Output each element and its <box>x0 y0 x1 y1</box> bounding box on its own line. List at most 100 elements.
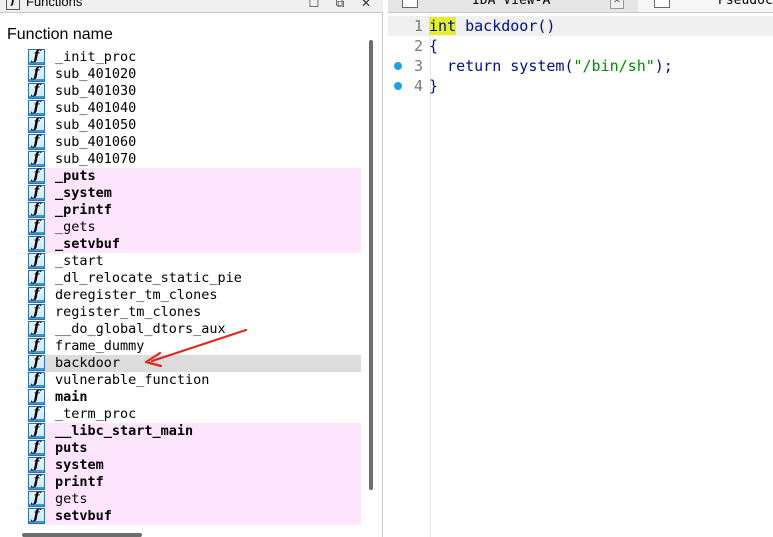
function-icon <box>28 48 45 65</box>
function-name: _dl_relocate_static_pie <box>55 270 242 286</box>
function-name: frame_dummy <box>55 338 145 354</box>
function-name: puts <box>55 440 88 456</box>
function-icon <box>28 303 45 320</box>
functions-titlebar: f Functions ☐ ⧉ ✕ <box>0 0 383 13</box>
code-line[interactable]: 2{ <box>388 36 773 56</box>
function-icon <box>28 235 45 252</box>
function-name: backdoor <box>55 355 121 371</box>
function-row-setvbuf[interactable]: _setvbuf <box>28 235 361 253</box>
tab-label: IDA View-A <box>472 0 551 8</box>
function-icon <box>28 201 45 218</box>
function-row-backdoor[interactable]: backdoor <box>28 354 361 372</box>
function-icon <box>28 456 45 473</box>
function-icon <box>28 439 45 456</box>
code-text: int backdoor() <box>429 16 555 36</box>
function-row-main[interactable]: main <box>28 388 361 406</box>
code-token: backdoor <box>456 17 538 35</box>
function-name: sub_401040 <box>55 100 137 116</box>
function-icon <box>28 65 45 82</box>
function-row-printf[interactable]: printf <box>28 473 361 491</box>
code-token: } <box>429 77 439 95</box>
function-row-sub-401020[interactable]: sub_401020 <box>28 65 361 83</box>
code-token: ( <box>564 57 574 75</box>
function-name: _system <box>55 185 112 201</box>
function-name: vulnerable_function <box>55 372 210 388</box>
function-row-setvbuf[interactable]: setvbuf <box>28 507 361 525</box>
function-row-sub-401050[interactable]: sub_401050 <box>28 116 361 134</box>
function-row-gets[interactable]: gets <box>28 490 361 508</box>
function-icon <box>28 184 45 201</box>
code-text: return system("/bin/sh"); <box>429 56 673 76</box>
function-row-libc-start-main[interactable]: __libc_start_main <box>28 422 361 440</box>
function-row-register-tm-clones[interactable]: register_tm_clones <box>28 303 361 321</box>
function-row-puts[interactable]: _puts <box>28 167 361 185</box>
tab-close-icon[interactable]: ✕ <box>610 0 624 9</box>
code-line[interactable]: 3 return system("/bin/sh"); <box>388 56 773 76</box>
function-icon <box>28 99 45 116</box>
function-list: _init_procsub_401020sub_401030sub_401040… <box>0 48 365 529</box>
function-row-sub-401070[interactable]: sub_401070 <box>28 150 361 168</box>
function-row-init-proc[interactable]: _init_proc <box>28 48 361 66</box>
function-icon <box>28 405 45 422</box>
disassembly-view-icon <box>402 0 418 8</box>
function-row-sub-401040[interactable]: sub_401040 <box>28 99 361 117</box>
function-row-system[interactable]: system <box>28 456 361 474</box>
function-row-do-global-dtors-aux[interactable]: __do_global_dtors_aux <box>28 320 361 338</box>
line-number: 2 <box>413 37 423 55</box>
function-name: __libc_start_main <box>55 423 194 439</box>
function-name: _puts <box>55 168 96 184</box>
code-token: return <box>429 57 511 75</box>
function-icon <box>28 269 45 286</box>
breakpoint-dot-icon[interactable] <box>394 82 402 90</box>
pseudocode-editor[interactable]: 1 int backdoor() 2{3 return system("/bin/s… <box>388 14 773 537</box>
function-icon <box>28 507 45 524</box>
function-window-icon: f <box>6 0 20 10</box>
function-icon <box>28 320 45 337</box>
code-text: { <box>429 36 438 56</box>
function-name: sub_401030 <box>55 83 137 99</box>
function-row-puts[interactable]: puts <box>28 439 361 457</box>
function-row-system[interactable]: _system <box>28 184 361 202</box>
horizontal-scrollbar[interactable] <box>22 533 142 537</box>
breakpoint-dot-icon[interactable] <box>394 62 402 70</box>
function-name: main <box>55 389 88 405</box>
tab-ida-view-a[interactable]: IDA View-A ✕ <box>388 0 632 12</box>
function-icon <box>28 218 45 235</box>
code-text: } <box>429 76 438 96</box>
function-row-frame-dummy[interactable]: frame_dummy <box>28 337 361 355</box>
function-name-column-header[interactable]: Function name <box>0 22 365 48</box>
code-token: "/bin/sh" <box>573 57 655 75</box>
function-row-gets[interactable]: _gets <box>28 218 361 236</box>
code-token: int <box>429 17 457 35</box>
functions-window-title: Functions <box>26 0 83 9</box>
code-token: () <box>537 17 556 35</box>
function-name: _gets <box>55 219 96 235</box>
code-token: ); <box>654 57 673 75</box>
function-row-dl-relocate-static-pie[interactable]: _dl_relocate_static_pie <box>28 269 361 287</box>
vertical-scrollbar[interactable] <box>369 40 373 490</box>
function-icon <box>28 286 45 303</box>
function-name: _init_proc <box>55 49 137 65</box>
float-window-icon[interactable]: ⧉ <box>334 0 346 11</box>
restore-window-icon[interactable]: ☐ <box>308 0 320 11</box>
pseudocode-view-icon <box>654 0 670 8</box>
code-line[interactable]: 4} <box>388 76 773 96</box>
function-row-sub-401030[interactable]: sub_401030 <box>28 82 361 100</box>
function-name: _printf <box>55 202 112 218</box>
function-row-deregister-tm-clones[interactable]: deregister_tm_clones <box>28 286 361 304</box>
function-row-printf[interactable]: _printf <box>28 201 361 219</box>
code-line[interactable]: 1 int backdoor() <box>388 16 773 36</box>
function-row-term-proc[interactable]: _term_proc <box>28 405 361 423</box>
function-icon <box>28 490 45 507</box>
function-row-start[interactable]: _start <box>28 252 361 270</box>
tab-pseudocode-a[interactable]: Pseudocode-A <box>638 0 773 12</box>
function-icon <box>28 252 45 269</box>
function-icon <box>28 371 45 388</box>
close-window-icon[interactable]: ✕ <box>360 0 372 11</box>
function-row-vulnerable-function[interactable]: vulnerable_function <box>28 371 361 389</box>
function-icon <box>28 82 45 99</box>
function-icon <box>28 150 45 167</box>
functions-window: f Functions ☐ ⧉ ✕ Function name _init_pr… <box>0 0 383 537</box>
function-row-sub-401060[interactable]: sub_401060 <box>28 133 361 151</box>
function-icon <box>28 473 45 490</box>
